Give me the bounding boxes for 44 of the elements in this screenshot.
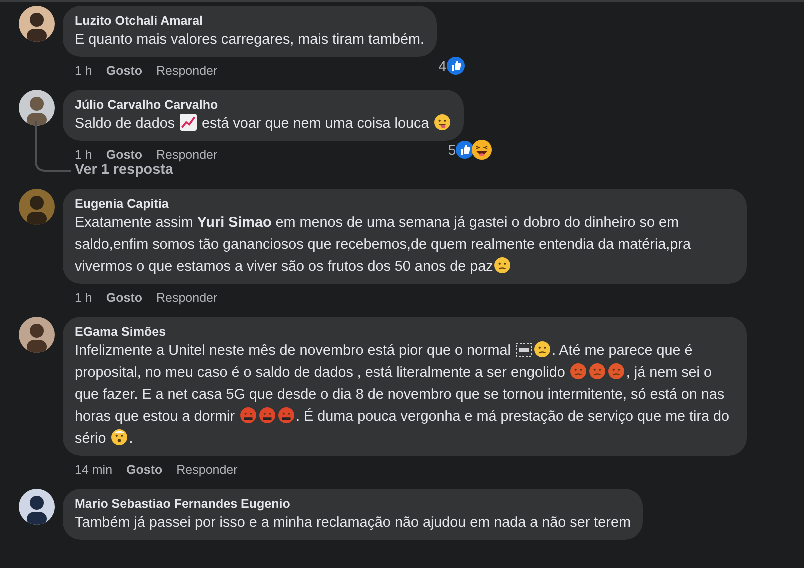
like-link[interactable]: Gosto <box>106 64 142 78</box>
cursing-face-icon <box>240 407 257 424</box>
chart-icon <box>180 114 198 131</box>
timestamp[interactable]: 14 min <box>75 463 113 477</box>
angry-face-icon <box>589 363 606 380</box>
like-icon[interactable] <box>456 141 474 159</box>
reaction-count[interactable]: 4 <box>438 58 446 74</box>
tongue-face-icon <box>434 114 452 131</box>
comment-text: Saldo de dados está voar que nem uma coisa louca <box>75 113 452 135</box>
like-link[interactable]: Gosto <box>106 148 142 162</box>
exploding-head-icon <box>111 429 128 446</box>
view-replies-link[interactable]: Ver 1 resposta <box>75 161 174 179</box>
laughing-face-icon[interactable] <box>472 140 492 160</box>
like-icon[interactable] <box>446 57 464 75</box>
comment-text: Infelizmente a Unitel neste mês de novembro está pior que o normal . Até me parece que é proposital, no meu caso é o saldo de dados , está literalmente a ser engolido , já nem sei o que fazer. E a net casa 5G que desde o dia 8 de novembro que se tornou intermitente, só está on nas horas que estou a dormir . É duma pouca vergonha e má prestação de serviço que me tira do sério . <box>75 340 731 449</box>
author-name[interactable]: Eugenia Capitia <box>75 196 735 212</box>
timestamp[interactable]: 1 h <box>75 291 92 305</box>
reply-link[interactable]: Responder <box>156 291 218 305</box>
avatar[interactable] <box>19 90 55 126</box>
comment-text: Também já passei por isso e a minha reclamação não ajudou em nada a não ser terem <box>75 514 631 533</box>
avatar[interactable] <box>19 489 55 525</box>
author-name[interactable]: Mario Sebastiao Fernandes Eugenio <box>75 496 631 512</box>
sad-face-icon <box>534 341 551 358</box>
reaction-count[interactable]: 5 <box>448 142 456 158</box>
angry-face-icon <box>608 363 626 380</box>
comment-text: E quanto mais valores carregares, mais tiram também. <box>75 31 424 50</box>
reply-link[interactable]: Responder <box>156 148 218 162</box>
object-placeholder-icon <box>516 343 532 357</box>
reply-link[interactable]: Responder <box>176 463 238 477</box>
author-name[interactable]: EGama Simões <box>75 324 735 340</box>
like-link[interactable]: Gosto <box>106 291 142 305</box>
reply-link[interactable]: Responder <box>156 64 218 78</box>
author-name[interactable]: Luzito Otchali Amaral <box>75 13 424 29</box>
author-name[interactable]: Júlio Carvalho Carvalho <box>75 97 452 113</box>
avatar[interactable] <box>19 6 55 42</box>
avatar[interactable] <box>19 317 55 353</box>
angry-face-icon <box>570 363 588 380</box>
sleepy-face-icon <box>494 257 512 274</box>
timestamp[interactable]: 1 h <box>75 64 92 78</box>
comment-text: Exatamente assim Yuri Simao em menos de uma semana já gastei o dobro do dinheiro so em saldo,enfim somos tão gananciosos que recebemos,de quem realmente entendia da matéria,pra vivermos o que estamos a viver são os frutos dos 50 anos de paz <box>75 214 692 277</box>
timestamp[interactable]: 1 h <box>75 148 92 162</box>
cursing-face-icon <box>258 407 276 424</box>
cursing-face-icon <box>278 407 295 424</box>
like-link[interactable]: Gosto <box>126 463 163 477</box>
